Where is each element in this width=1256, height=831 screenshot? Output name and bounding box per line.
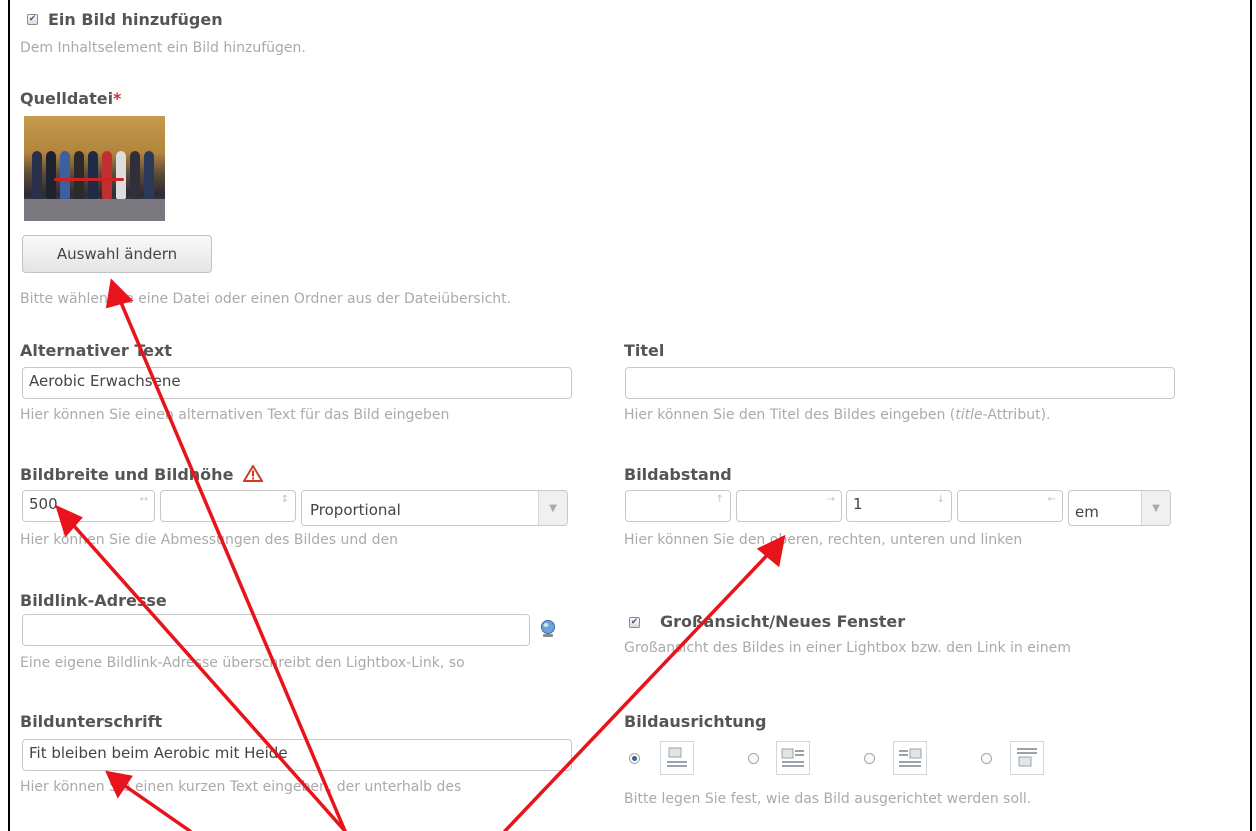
- resize-mode-select[interactable]: Proportional ▼: [301, 490, 568, 526]
- floating-radio-above[interactable]: [629, 753, 640, 764]
- chevron-down-icon: ▼: [1141, 491, 1170, 525]
- globe-icon[interactable]: [540, 620, 556, 642]
- source-help: Bitte wählen Sie eine Datei oder einen O…: [20, 291, 512, 307]
- margin-help: Hier können Sie den oberen, rechten, unt…: [624, 532, 1023, 548]
- align-above-icon: [660, 741, 694, 775]
- source-label: Quelldatei*: [20, 89, 122, 108]
- floating-label: Bildausrichtung: [624, 712, 767, 731]
- caption-help: Hier können Sie einen kurzen Text eingeb…: [20, 779, 462, 795]
- floating-radio-left[interactable]: [748, 753, 759, 764]
- width-hint-icon: ↔: [139, 494, 148, 505]
- margin-label: Bildabstand: [624, 465, 732, 484]
- chevron-down-icon: ▼: [538, 491, 567, 525]
- fullsize-help: Großansicht des Bildes in einer Lightbox…: [624, 640, 1071, 656]
- source-thumbnail[interactable]: [24, 116, 165, 221]
- height-hint-icon: ↕: [280, 494, 289, 505]
- add-image-help: Dem Inhaltselement ein Bild hinzufügen.: [20, 40, 306, 56]
- floating-help: Bitte legen Sie fest, wie das Bild ausge…: [624, 791, 1032, 807]
- arrow-left-icon: ←: [1047, 494, 1056, 505]
- arrow-up-icon: ↑: [715, 494, 724, 505]
- align-right-icon: [893, 741, 927, 775]
- alt-help: Hier können Sie einen alternativen Text …: [20, 407, 450, 423]
- size-label: Bildbreite und Bildhöhe: [20, 464, 264, 486]
- alt-label: Alternativer Text: [20, 341, 172, 360]
- margin-top-input[interactable]: ↑: [625, 490, 731, 522]
- caption-label: Bildunterschrift: [20, 712, 163, 731]
- link-label: Bildlink-Adresse: [20, 591, 167, 610]
- alt-input[interactable]: Aerobic Erwachsene: [22, 367, 572, 399]
- width-input[interactable]: 500 ↔: [22, 490, 155, 522]
- warning-icon: [242, 464, 264, 486]
- floating-radio-right[interactable]: [864, 753, 875, 764]
- margin-bottom-input[interactable]: 1 ↓: [846, 490, 952, 522]
- align-below-icon: [1010, 741, 1044, 775]
- add-image-checkbox[interactable]: ✔: [27, 14, 38, 25]
- fullsize-label: Großansicht/Neues Fenster: [660, 612, 906, 631]
- fullsize-checkbox[interactable]: ✔: [629, 617, 640, 628]
- change-selection-button[interactable]: Auswahl ändern: [22, 235, 212, 273]
- height-input[interactable]: ↕: [160, 490, 296, 522]
- margin-left-input[interactable]: ←: [957, 490, 1063, 522]
- arrow-right-icon: →: [826, 494, 835, 505]
- title-input[interactable]: [625, 367, 1175, 399]
- title-help: Hier können Sie den Titel des Bildes ein…: [624, 407, 1051, 423]
- floating-radio-below[interactable]: [981, 753, 992, 764]
- link-help: Eine eigene Bildlink-Adresse überschreib…: [20, 655, 465, 671]
- add-image-label: Ein Bild hinzufügen: [48, 10, 223, 29]
- margin-right-input[interactable]: →: [736, 490, 842, 522]
- link-input[interactable]: [22, 614, 530, 646]
- margin-unit-select[interactable]: em ▼: [1068, 490, 1171, 526]
- size-help: Hier können Sie die Abmessungen des Bild…: [20, 532, 398, 548]
- arrow-down-icon: ↓: [936, 494, 945, 505]
- caption-input[interactable]: Fit bleiben beim Aerobic mit Heide: [22, 739, 572, 771]
- align-left-icon: [776, 741, 810, 775]
- title-label: Titel: [624, 341, 665, 360]
